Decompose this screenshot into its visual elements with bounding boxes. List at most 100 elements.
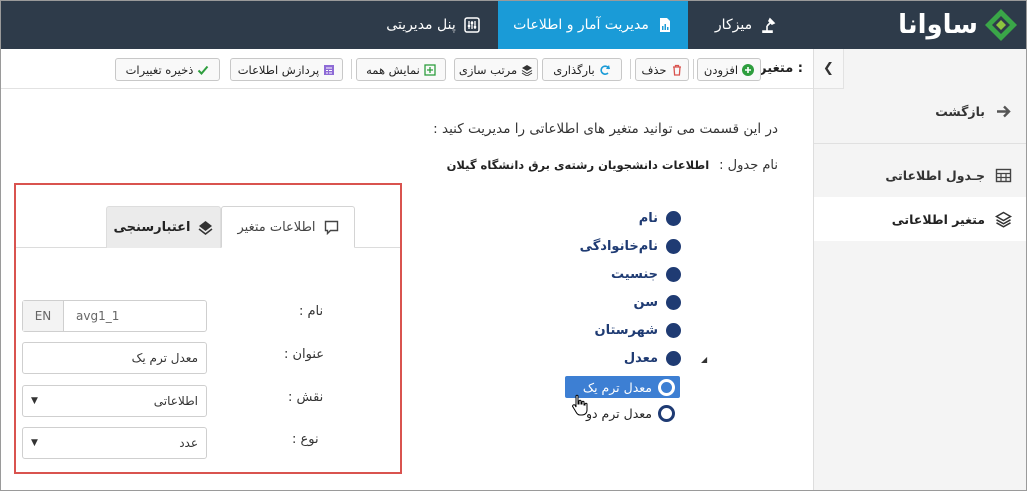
expand-icon (424, 63, 436, 76)
logo-text: ساوانا (898, 10, 978, 40)
role-value: اطلاعاتی (153, 394, 198, 408)
type-label: نوع : (292, 432, 319, 447)
sidebar-item-label: جـدول اطلاعاتی (885, 167, 985, 183)
name-input[interactable]: EN avg1_1 (22, 300, 207, 332)
node-bullet-icon (666, 239, 681, 254)
variable-item-expanded[interactable]: معدل (624, 351, 681, 366)
tab-validation[interactable]: اعتبارسنجی (106, 206, 221, 248)
type-value: عدد (179, 436, 198, 450)
tab-admin-label: پنل مدیریتی (386, 17, 456, 33)
sidebar-item-back[interactable]: بازگشت (814, 89, 1026, 133)
logo-diamond-icon (985, 9, 1017, 41)
show-all-button-label: نمایش همه (366, 62, 420, 77)
arrow-right-icon (997, 105, 1011, 117)
table-icon (995, 168, 1012, 182)
process-data-button[interactable]: پردازش اطلاعات (230, 58, 343, 81)
reload-button-label: بارگذاری (553, 62, 595, 77)
toolbar-divider (351, 59, 352, 79)
tab-stats-label: مدیریت آمار و اطلاعات (513, 17, 649, 33)
node-bullet-icon (666, 323, 681, 338)
language-addon: EN (23, 301, 64, 331)
chevron-left-icon: ❮ (823, 61, 834, 76)
sort-button-label: مرتب سازی (458, 62, 518, 77)
delete-button-label: حذف (641, 62, 667, 77)
name-value: avg1_1 (76, 309, 120, 323)
layers-icon (995, 211, 1012, 228)
sidebar-item-label: بازگشت (935, 103, 985, 119)
sidebar-item-label: متغیر اطلاعاتی (891, 211, 985, 227)
type-select[interactable]: ▼ عدد (22, 427, 207, 459)
tab-label: اعتبارسنجی (113, 220, 191, 235)
save-changes-button[interactable]: ذخیره تغییرات (115, 58, 220, 81)
tab-admin-panel[interactable]: پنل مدیریتی (368, 1, 498, 49)
intro-text: در این قسمت می توانید متغیر های اطلاعاتی… (433, 121, 778, 137)
validate-icon (199, 221, 213, 235)
report-icon (659, 18, 670, 32)
variable-item[interactable]: نام‌خانوادگی (580, 239, 681, 254)
variable-item[interactable]: نام (639, 211, 681, 226)
variable-label: معدل (623, 351, 658, 366)
reload-button[interactable]: بارگذاری (542, 58, 622, 81)
title-label: عنوان : (284, 347, 325, 362)
node-bullet-icon (666, 211, 681, 226)
table-name-label: نام جدول : (719, 158, 778, 173)
tab-label: اطلاعات متغیر (237, 219, 316, 235)
variable-label: سن (633, 295, 658, 310)
variable-item[interactable]: شهرستان (594, 323, 681, 338)
sidebar-collapse-button[interactable]: ❮ (814, 49, 844, 89)
tab-variable-info[interactable]: اطلاعات متغیر (221, 206, 355, 248)
node-bullet-icon (666, 295, 681, 310)
variable-toolbar: متغیر : افزودن حذف بارگذاری مرتب سازی نم… (1, 49, 813, 89)
tab-desk[interactable]: میزکار (688, 1, 803, 49)
dropdown-arrow-icon: ▼ (31, 396, 38, 406)
plus-circle-icon (742, 63, 755, 76)
node-ring-icon (658, 378, 675, 396)
caret-down-icon[interactable]: ◢ (701, 355, 707, 364)
variable-item[interactable]: جنسیت (611, 267, 681, 282)
app-logo[interactable]: ساوانا (898, 7, 1018, 43)
sidebar-item-data-variable[interactable]: متغیر اطلاعاتی (814, 197, 1026, 241)
tab-stats-management[interactable]: مدیریت آمار و اطلاعات (498, 1, 688, 49)
variable-label: نام (638, 211, 658, 226)
comment-icon (324, 220, 338, 235)
toolbar-divider (693, 59, 694, 79)
table-name-row: نام جدول : اطلاعات دانشجویان رشته‌ی برق … (447, 158, 778, 173)
role-label: نقش : (288, 390, 324, 405)
sidebar-divider (814, 143, 1026, 144)
trash-icon (672, 64, 681, 76)
right-sidebar: ❮ بازگشت جـدول اطلاعاتی متغیر اطلاعاتی (813, 49, 1026, 490)
node-ring-icon (658, 404, 675, 422)
node-bullet-icon (666, 267, 681, 282)
variable-label: نام‌خانوادگی (579, 239, 658, 254)
table-name-value: اطلاعات دانشجویان رشته‌ی برق دانشگاه گیل… (446, 158, 710, 172)
process-button-label: پردازش اطلاعات (237, 62, 320, 77)
add-button-label: افزودن (703, 62, 739, 77)
show-all-button[interactable]: نمایش همه (356, 58, 446, 81)
check-icon (198, 65, 209, 75)
desk-lamp-icon (762, 17, 776, 33)
add-button[interactable]: افزودن (697, 58, 761, 81)
top-navigation-bar: ساوانا میزکار مدیریت آمار و اطلاعات پنل … (1, 1, 1026, 49)
sliders-icon (463, 17, 480, 33)
calculator-icon (324, 64, 335, 75)
hand-cursor-icon (572, 394, 588, 416)
save-button-label: ذخیره تغییرات (125, 62, 194, 77)
delete-button[interactable]: حذف (635, 58, 689, 81)
tab-desk-label: میزکار (714, 17, 753, 33)
sort-button[interactable]: مرتب سازی (454, 58, 538, 81)
dropdown-arrow-icon: ▼ (31, 438, 38, 448)
sidebar-item-data-table[interactable]: جـدول اطلاعاتی (814, 153, 1026, 197)
child-variable-label: معدل ترم دو (585, 405, 652, 421)
role-select[interactable]: ▼ اطلاعاتی (22, 385, 207, 417)
title-value: معدل ترم یک (131, 351, 198, 365)
toolbar-divider (630, 59, 631, 79)
name-label: نام : (299, 304, 324, 319)
title-input[interactable]: معدل ترم یک (22, 342, 207, 374)
refresh-icon (600, 64, 610, 75)
variable-label: جنسیت (611, 267, 658, 282)
toolbar-label: متغیر : (759, 61, 803, 76)
variable-item[interactable]: سن (634, 295, 681, 310)
child-variable-label: معدل ترم یک (582, 379, 652, 395)
variable-label: شهرستان (594, 323, 658, 338)
layers-icon (521, 64, 533, 76)
